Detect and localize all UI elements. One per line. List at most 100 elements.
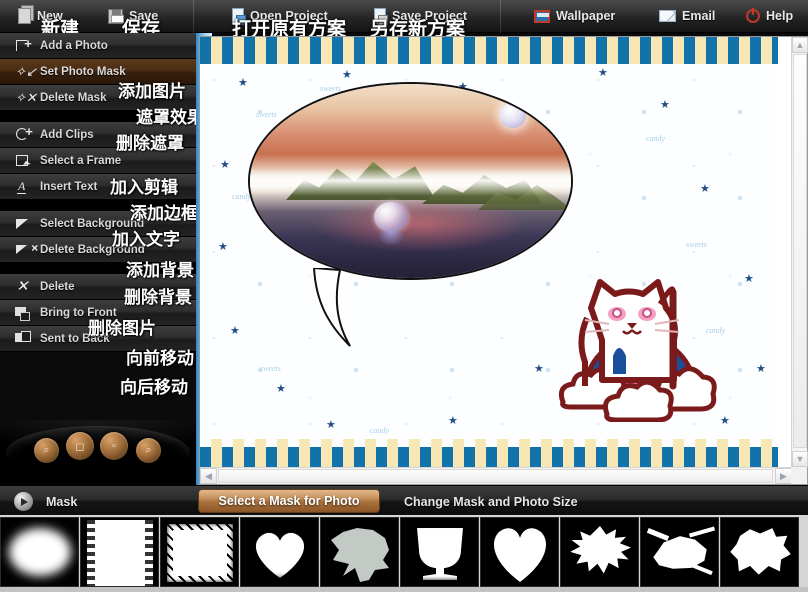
fit-expand-button[interactable]: ◻ bbox=[66, 432, 94, 460]
scroll-left-arrow-icon[interactable]: ◀ bbox=[200, 468, 217, 484]
add-clips-icon bbox=[14, 124, 33, 144]
toolbar-divider-2 bbox=[500, 0, 501, 33]
sidebar-label-set-photo-mask: Set Photo Mask bbox=[40, 65, 126, 78]
speech-bubble-mask bbox=[248, 82, 573, 280]
sidebar-item-delete-mask[interactable]: ✧✕ Delete Mask bbox=[0, 85, 196, 111]
toolbar-button-new[interactable]: New bbox=[14, 2, 67, 30]
mask-soft-ellipse[interactable] bbox=[0, 517, 79, 587]
page-border-top bbox=[200, 37, 778, 65]
scroll-right-arrow-icon[interactable]: ▶ bbox=[775, 468, 792, 484]
sidebar-item-select-a-frame[interactable]: Select a Frame bbox=[0, 148, 196, 174]
sidebar-item-set-photo-mask[interactable]: ✧↙ Set Photo Mask bbox=[0, 59, 196, 85]
moon bbox=[500, 102, 526, 128]
select-background-icon bbox=[14, 215, 32, 233]
toolbar-label-wallpaper: Wallpaper bbox=[556, 9, 616, 23]
sidebar-label-select-background: Select Background bbox=[40, 217, 145, 230]
bring-front-icon bbox=[14, 304, 32, 322]
toolbar-button-wallpaper[interactable]: Wallpaper bbox=[530, 2, 619, 30]
orb-reflection bbox=[377, 230, 405, 246]
sidebar-label-sent-to-back: Sent to Back bbox=[40, 332, 110, 345]
top-toolbar: New Save Open Project Save Project Wallp… bbox=[0, 0, 808, 40]
send-back-icon bbox=[14, 330, 32, 348]
zoom-control-dock: ⌕ ◻ ▫ ⌕ bbox=[0, 420, 196, 485]
open-project-icon bbox=[232, 8, 246, 25]
artboard[interactable]: ★ ★ ★ ★ ★ ★ ★ ★ ★ ★ ★ ★ ★ ★ ★ ★ sweets bbox=[200, 37, 778, 467]
toolbar-button-save[interactable]: Save bbox=[104, 2, 162, 30]
glass-orb bbox=[374, 202, 408, 232]
sidebar-divider-1 bbox=[0, 111, 196, 122]
canvas-horizontal-scrollbar[interactable]: ◀ ▶ bbox=[200, 467, 792, 484]
strip-scrollbar[interactable] bbox=[0, 587, 808, 592]
toolbar-divider-1 bbox=[193, 0, 194, 33]
sidebar-divider-2 bbox=[0, 200, 196, 211]
left-sidebar: Add a Photo ✧↙ Set Photo Mask ✧✕ Delete … bbox=[0, 33, 204, 485]
canvas-vertical-scrollbar[interactable]: ▲ ▼ bbox=[791, 37, 808, 467]
mode-label: Mask bbox=[46, 495, 78, 509]
select-frame-icon bbox=[14, 152, 32, 170]
sidebar-divider-3 bbox=[0, 263, 196, 274]
sidebar-label-delete-mask: Delete Mask bbox=[40, 91, 107, 104]
canvas-viewport[interactable]: ★ ★ ★ ★ ★ ★ ★ ★ ★ ★ ★ ★ ★ ★ ★ ★ sweets bbox=[200, 37, 792, 467]
canvas-area[interactable]: ★ ★ ★ ★ ★ ★ ★ ★ ★ ★ ★ ★ ★ ★ ★ ★ sweets bbox=[199, 36, 808, 485]
delete-background-icon bbox=[14, 241, 38, 259]
mask-heart-soft[interactable] bbox=[240, 517, 319, 587]
sidebar-item-sent-to-back[interactable]: Sent to Back bbox=[0, 326, 196, 352]
mask-film-strip[interactable] bbox=[80, 517, 159, 587]
masked-photo-object[interactable] bbox=[248, 82, 573, 347]
play-mode-button[interactable] bbox=[14, 492, 33, 511]
zoom-in-button[interactable]: ⌕ bbox=[34, 438, 59, 463]
mask-cloud-tree[interactable] bbox=[320, 517, 399, 587]
toolbar-button-help[interactable]: Help bbox=[742, 2, 797, 30]
speech-bubble-tail bbox=[310, 268, 386, 352]
app-window: New Save Open Project Save Project Wallp… bbox=[0, 0, 808, 592]
add-photo-icon bbox=[14, 37, 32, 55]
floppy-disk-icon bbox=[108, 8, 124, 24]
toolbar-label-help: Help bbox=[766, 9, 794, 23]
expand-icon: ◻ bbox=[75, 440, 85, 453]
toolbar-label-email: Email bbox=[682, 9, 716, 23]
mask-splat-oval[interactable] bbox=[720, 517, 799, 587]
vertical-scroll-thumb[interactable] bbox=[793, 54, 807, 448]
toolbar-button-save-project[interactable]: Save Project bbox=[370, 2, 471, 30]
change-mask-size-label[interactable]: Change Mask and Photo Size bbox=[404, 495, 578, 509]
sidebar-label-insert-text: Insert Text bbox=[40, 180, 98, 193]
toolbar-label-open-project: Open Project bbox=[250, 9, 328, 23]
zoom-out-button[interactable]: ⌕ bbox=[136, 438, 161, 463]
zoom-out-icon: ⌕ bbox=[145, 444, 152, 456]
mask-torn-frame[interactable] bbox=[160, 517, 239, 587]
sidebar-group-background: Select Background Delete Background bbox=[0, 211, 196, 263]
sidebar-item-insert-text[interactable]: A Insert Text bbox=[0, 174, 196, 200]
toolbar-button-open-project[interactable]: Open Project bbox=[228, 2, 332, 30]
toolbar-label-save: Save bbox=[129, 9, 159, 23]
sidebar-group-photo: Add a Photo ✧↙ Set Photo Mask ✧✕ Delete … bbox=[0, 33, 196, 111]
mask-heart-sharp[interactable] bbox=[480, 517, 559, 587]
scroll-up-arrow-icon[interactable]: ▲ bbox=[792, 37, 808, 53]
mask-brush-stroke[interactable] bbox=[640, 517, 719, 587]
sidebar-item-add-a-photo[interactable]: Add a Photo bbox=[0, 33, 196, 59]
envelope-icon bbox=[659, 10, 676, 22]
sidebar-item-delete-background[interactable]: Delete Background bbox=[0, 237, 196, 263]
select-mask-label: Select a Mask for Photo bbox=[218, 494, 360, 508]
toolbar-button-email[interactable]: Email bbox=[655, 2, 719, 30]
scroll-down-arrow-icon[interactable]: ▼ bbox=[792, 451, 808, 467]
mask-thumbnail-strip[interactable]: www.0ZZF.CoM bbox=[0, 515, 808, 592]
help-circle-icon bbox=[746, 8, 760, 23]
clipart-white-cat-on-rainbow[interactable] bbox=[555, 252, 725, 423]
save-project-icon bbox=[374, 8, 388, 25]
annotation-sent-to-back: 向后移动 bbox=[120, 378, 188, 398]
select-mask-for-photo-button[interactable]: Select a Mask for Photo bbox=[198, 489, 380, 513]
mask-thumbnail-row bbox=[0, 517, 800, 587]
sidebar-item-delete[interactable]: ✕ Delete bbox=[0, 274, 196, 300]
scrollbar-corner bbox=[791, 467, 807, 484]
sidebar-item-bring-to-front[interactable]: Bring to Front bbox=[0, 300, 196, 326]
sidebar-item-add-clips[interactable]: Add Clips bbox=[0, 122, 196, 148]
mask-goblet[interactable] bbox=[400, 517, 479, 587]
set-mask-icon: ✧↙ bbox=[15, 63, 37, 79]
sidebar-label-add-clips: Add Clips bbox=[40, 128, 94, 141]
mask-starburst[interactable] bbox=[560, 517, 639, 587]
horizontal-scroll-thumb[interactable] bbox=[218, 469, 773, 483]
insert-text-icon: A bbox=[17, 178, 27, 194]
sidebar-item-select-background[interactable]: Select Background bbox=[0, 211, 196, 237]
fit-shrink-button[interactable]: ▫ bbox=[100, 432, 128, 460]
photo-landscape bbox=[250, 84, 571, 278]
